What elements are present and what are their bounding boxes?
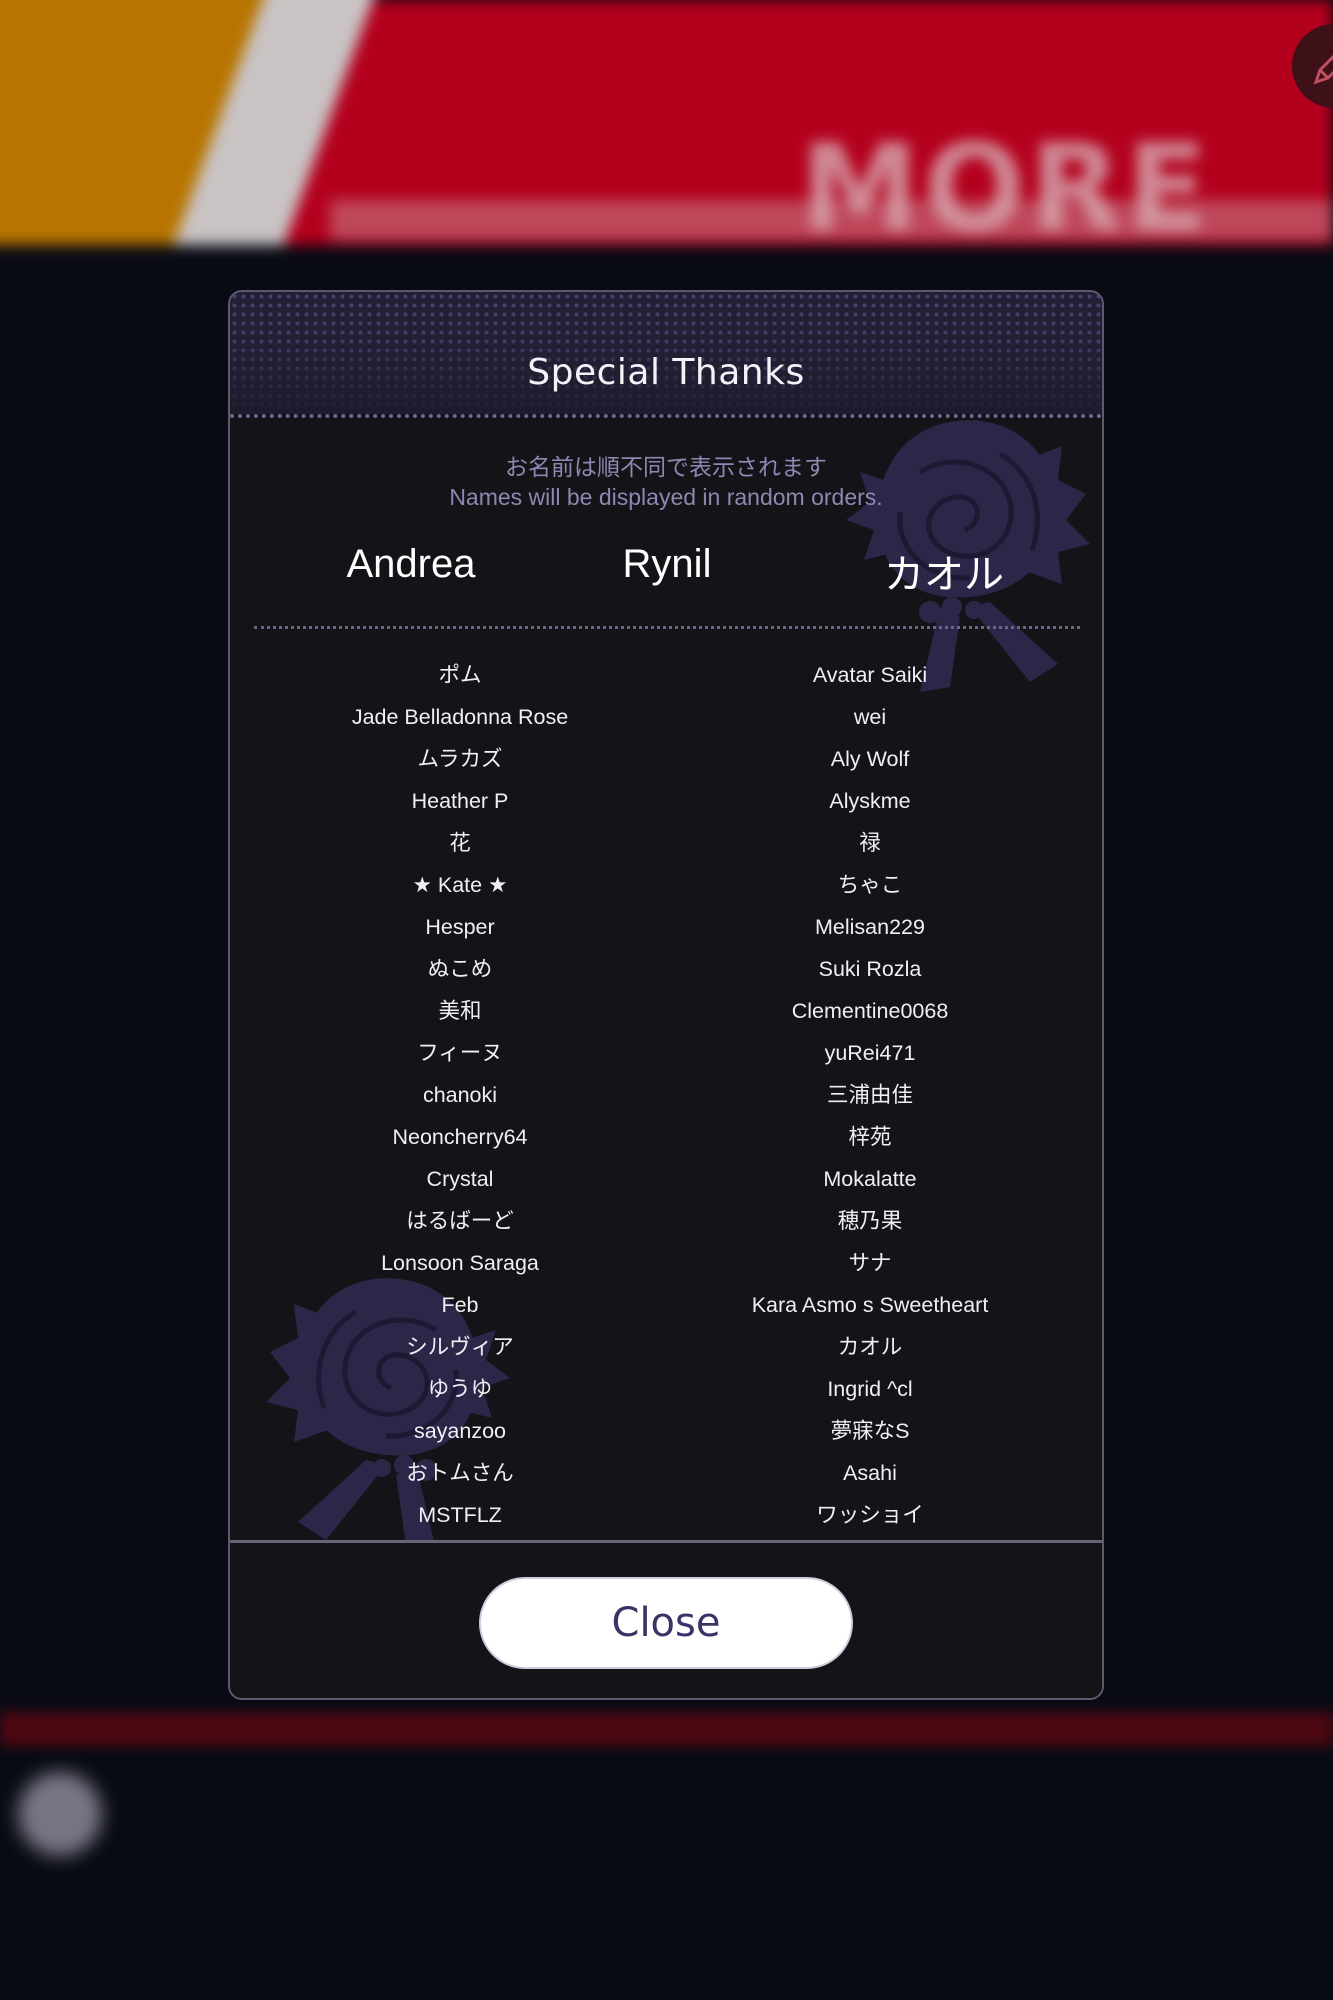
names-column-right: Avatar Saiki wei Aly Wolf Alyskme 禄 ちゃこ … [690,654,1050,1536]
list-item: Asahi [843,1461,897,1485]
list-item: Hesper [425,915,495,939]
list-item: おトムさん [406,1461,514,1485]
close-button[interactable]: Close [479,1577,853,1669]
list-item: カオル [837,1335,903,1359]
list-item: はるばーど [406,1209,514,1233]
list-item: ムラカズ [417,747,503,771]
list-item: Neoncherry64 [392,1125,528,1149]
list-item: Suki Rozla [818,957,922,981]
list-item: chanoki [422,1083,498,1107]
featured-name: Andrea [346,542,476,586]
list-item: ちゃこ [837,873,903,897]
featured-names: Andrea Rynil カオル [230,542,1102,602]
list-item: Aly Wolf [830,747,910,771]
list-item: Feb [441,1293,479,1317]
list-item: Crystal [426,1167,494,1191]
list-item: Alyskme [829,789,911,813]
avatar [18,1772,102,1856]
list-item: 禄 [859,831,881,855]
dialog-title: Special Thanks [527,352,805,393]
list-item: シルヴィア [406,1335,514,1359]
list-item: ゆうゆ [427,1377,493,1401]
pencil-icon [1313,54,1333,85]
featured-name: カオル [884,553,1004,597]
list-item: Lonsoon Saraga [381,1251,539,1275]
list-item: ★ Kate ★ [412,873,508,897]
notice-japanese: お名前は順不同で表示されます [505,454,827,480]
dialog-footer: Close [230,1540,1102,1698]
list-item: wei [853,705,887,729]
list-item: Melisan229 [815,915,925,939]
list-item: Kara Asmo s Sweetheart [751,1293,989,1317]
list-item: ポム [438,663,482,687]
list-item: 花 [449,831,471,855]
more-banner: MORE [0,0,1333,259]
list-item: ワッショイ [816,1503,924,1527]
banner-word: MORE [800,120,1212,259]
list-item: 三浦由佳 [826,1083,913,1107]
list-item: Clementine0068 [791,999,949,1023]
list-item: Avatar Saiki [812,663,928,687]
featured-name: Rynil [622,542,712,586]
list-item: 梓苑 [848,1125,892,1149]
list-item: サナ [848,1251,892,1275]
dotted-divider [254,626,1080,629]
list-item: Ingrid ^cl [827,1377,913,1401]
list-item: Jade Belladonna Rose [351,705,569,729]
divider-line [0,1712,1333,1746]
list-item: ぬこめ [427,957,493,981]
list-item: 夢寐なS [830,1419,910,1443]
list-item: フィーヌ [417,1041,503,1065]
list-item: MSTFLZ [418,1503,502,1527]
list-item: 美和 [438,999,482,1023]
names-column-left: ポム Jade Belladonna Rose ムラカズ Heather P 花… [280,654,640,1536]
list-item: Heather P [411,789,509,813]
dialog-header: Special Thanks [230,292,1102,418]
list-item: Mokalatte [823,1167,917,1191]
special-thanks-dialog: Special Thanks お名前は順不同で表示されます Names will… [228,290,1104,1700]
order-notice: お名前は順不同で表示されます Names will be displayed i… [230,452,1102,512]
list-item: sayanzoo [413,1419,507,1443]
notice-english: Names will be displayed in random orders… [449,484,883,510]
list-item: 穂乃果 [837,1209,903,1233]
list-item: yuRei471 [824,1041,916,1065]
